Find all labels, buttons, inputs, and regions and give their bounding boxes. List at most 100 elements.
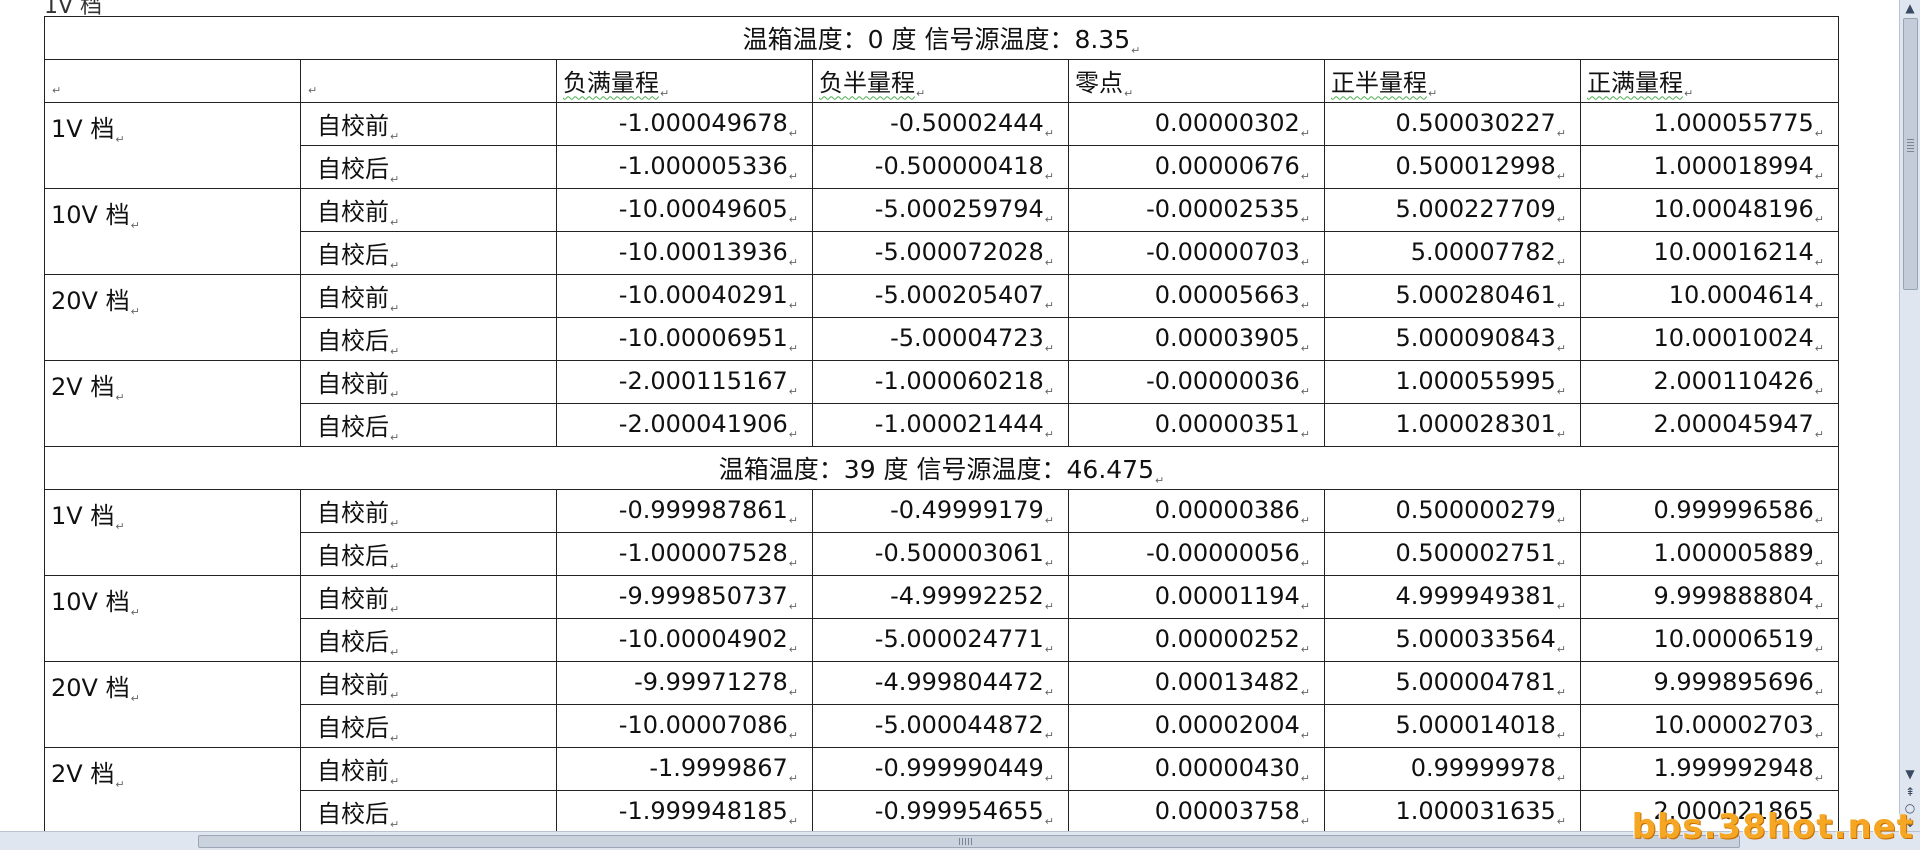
paragraph-mark-icon: ↵ — [1300, 513, 1310, 527]
measurement-value: 0.99999978↵ — [1324, 747, 1581, 791]
paragraph-mark-icon: ↵ — [1044, 427, 1054, 441]
paragraph-mark-icon: ↵ — [130, 305, 140, 318]
horizontal-scroll-thumb[interactable] — [198, 835, 1740, 848]
measurement-value-text: -0.49999179 — [890, 495, 1044, 524]
measurement-value: 0.00000252↵ — [1068, 618, 1325, 662]
measurement-value-text: 0.500002751 — [1395, 538, 1556, 567]
measurement-value-text: -0.00000036 — [1146, 366, 1300, 395]
paragraph-mark-icon: ↵ — [1814, 255, 1824, 269]
paragraph-mark-icon: ↵ — [1300, 298, 1310, 312]
measurement-value-text: 9.999895696 — [1653, 667, 1814, 696]
column-header: 正满量程↵ — [1580, 59, 1839, 103]
paragraph-mark-icon: ↵ — [788, 599, 798, 613]
table-row: 自校后↵ -1.999948185↵ -0.999954655↵ 0.00003758… — [45, 790, 1839, 831]
calibration-state-label: 自校前↵ — [300, 188, 557, 232]
measurement-value: -1.9999867↵ — [556, 747, 813, 791]
paragraph-mark-icon: ↵ — [788, 427, 798, 441]
vertical-scrollbar[interactable]: ▲ ▼ ⇞ ○ ⇟ — [1899, 0, 1920, 831]
measurement-value: 1.000055775↵ — [1580, 102, 1839, 146]
paragraph-mark-icon: ↵ — [1556, 814, 1566, 828]
paragraph-mark-icon: ↵ — [1814, 298, 1824, 312]
paragraph-mark-icon: ↵ — [1300, 556, 1310, 570]
paragraph-mark-icon: ↵ — [390, 559, 400, 573]
range-label-text: 1V 档 — [51, 502, 115, 530]
measurement-value-text: -0.500003061 — [874, 538, 1044, 567]
paragraph-mark-icon: ↵ — [390, 645, 400, 659]
calibration-state-label: 自校后↵ — [300, 532, 557, 576]
measurement-value: 9.999895696↵ — [1580, 661, 1839, 705]
measurement-value: -2.000115167↵ — [556, 360, 813, 404]
paragraph-mark-icon: ↵ — [1044, 126, 1054, 140]
column-header: 负满量程↵ — [556, 59, 813, 103]
paragraph-mark-icon: ↵ — [1131, 43, 1141, 57]
measurement-value-text: 1.000055995 — [1395, 366, 1556, 395]
measurement-value-text: -2.000041906 — [618, 409, 788, 438]
measurement-value-text: 10.00002703 — [1653, 710, 1814, 739]
measurement-value: 9.999888804↵ — [1580, 575, 1839, 619]
section-banner-row: 温箱温度：0 度 信号源温度：8.35↵ — [44, 16, 1839, 60]
range-label-text: 1V 档 — [51, 115, 115, 143]
calibration-state-label: 自校后↵ — [300, 231, 557, 275]
vertical-scroll-thumb[interactable] — [1903, 18, 1918, 290]
paragraph-mark-icon: ↵ — [1814, 384, 1824, 398]
measurement-value-text: 5.000033564 — [1395, 624, 1556, 653]
measurement-value: 1.000031635↵ — [1324, 790, 1581, 831]
measurement-value-text: -1.000005336 — [618, 151, 788, 180]
measurement-value: 5.000004781↵ — [1324, 661, 1581, 705]
paragraph-mark-icon: ↵ — [1556, 771, 1566, 785]
calibration-state-label: 自校后↵ — [300, 618, 557, 662]
document-page[interactable]: 1V 档 温箱温度：0 度 信号源温度：8.35↵ ↵ ↵ 负满量程↵ 负半量程↵ 零点↵… — [0, 0, 1900, 831]
range-label-text: 2V 档 — [51, 760, 115, 788]
range-label-text: 10V 档 — [51, 588, 130, 616]
paragraph-mark-icon: ↵ — [390, 516, 400, 530]
measurement-value-text: 0.00000386 — [1154, 495, 1300, 524]
measurement-value: 5.000280461↵ — [1324, 274, 1581, 318]
measurement-value-text: -9.999850737 — [618, 581, 788, 610]
calibration-state-label-text: 自校前 — [317, 369, 389, 398]
measurement-value-text: 0.500000279 — [1395, 495, 1556, 524]
column-header-text: 正满量程 — [1587, 68, 1683, 97]
paragraph-mark-icon: ↵ — [1300, 771, 1310, 785]
measurement-value: -0.50002444↵ — [812, 102, 1069, 146]
measurement-value: 5.00007782↵ — [1324, 231, 1581, 275]
watermark-logo: bbs.38hot.net — [1631, 807, 1914, 847]
table-row: 1V 档↵ 自校前↵ -1.000049678↵ -0.50002444↵ 0.0000… — [44, 102, 1839, 189]
measurement-value-text: 1.999992948 — [1653, 753, 1814, 782]
calibration-state-label-text: 自校前 — [317, 111, 389, 140]
paragraph-mark-icon: ↵ — [916, 86, 926, 100]
measurement-value: 0.500030227↵ — [1324, 102, 1581, 146]
measurement-value: -0.500000418↵ — [812, 145, 1069, 189]
measurement-value-text: 0.500012998 — [1395, 151, 1556, 180]
measurement-value-text: 10.00006519 — [1653, 624, 1814, 653]
calibration-state-label-text: 自校前 — [317, 670, 389, 699]
measurement-value-text: 0.00003905 — [1154, 323, 1300, 352]
paragraph-mark-icon: ↵ — [390, 688, 400, 702]
table-row: 10V 档↵ 自校前↵ -10.00049605↵ -5.000259794↵ -0.0… — [44, 188, 1839, 275]
measurement-value-text: 0.99999978 — [1410, 753, 1556, 782]
range-label-text: 2V 档 — [51, 373, 115, 401]
paragraph-mark-icon: ↵ — [1556, 599, 1566, 613]
previous-page-icon[interactable]: ⇞ — [1902, 784, 1918, 800]
paragraph-mark-icon: ↵ — [788, 685, 798, 699]
measurement-value: -10.00006951↵ — [556, 317, 813, 361]
scroll-down-icon[interactable]: ▼ — [1902, 766, 1918, 782]
measurement-value: -4.999804472↵ — [812, 661, 1069, 705]
calibration-state-label: 自校前↵ — [300, 102, 557, 146]
table-row: 自校后↵ -1.000005336↵ -0.500000418↵ 0.00000676… — [45, 145, 1839, 189]
calibration-state-label-text: 自校后 — [317, 713, 389, 742]
paragraph-mark-icon: ↵ — [1428, 86, 1438, 100]
paragraph-mark-icon: ↵ — [390, 215, 400, 229]
paragraph-mark-icon: ↵ — [390, 731, 400, 745]
paragraph-mark-icon: ↵ — [115, 133, 125, 146]
scroll-up-icon[interactable]: ▲ — [1902, 0, 1918, 16]
paragraph-mark-icon: ↵ — [390, 258, 400, 272]
calibration-state-label: 自校后↵ — [300, 317, 557, 361]
measurement-value: -0.49999179↵ — [812, 489, 1069, 533]
paragraph-mark-icon: ↵ — [1556, 169, 1566, 183]
paragraph-mark-icon: ↵ — [390, 774, 400, 788]
paragraph-mark-icon: ↵ — [1300, 169, 1310, 183]
measurement-value: 0.500012998↵ — [1324, 145, 1581, 189]
paragraph-mark-icon: ↵ — [1814, 212, 1824, 226]
measurement-value-text: -0.500000418 — [874, 151, 1044, 180]
measurement-value-text: 2.000045947 — [1653, 409, 1814, 438]
